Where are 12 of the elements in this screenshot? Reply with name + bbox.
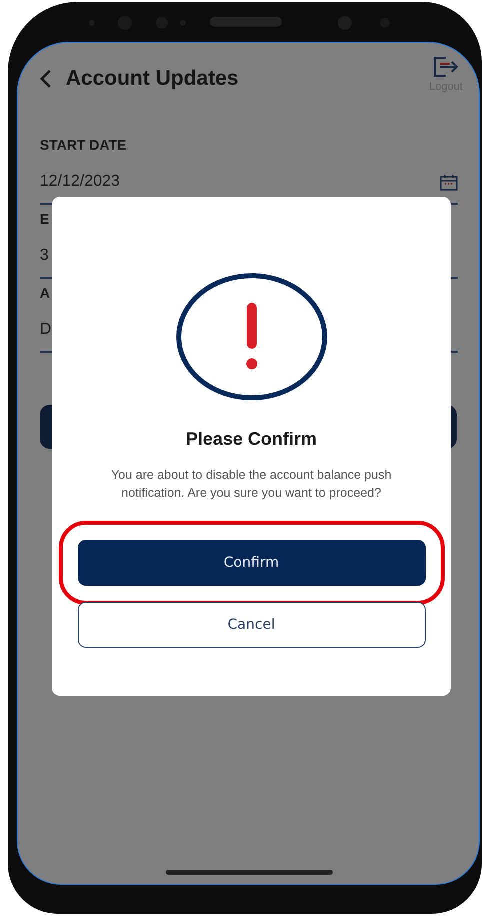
back-icon[interactable] [40,69,52,89]
warning-icon [176,273,328,401]
calendar-icon[interactable] [440,174,458,190]
field-label: E [40,211,50,227]
field-label: START DATE [40,137,128,153]
field-label: A [40,285,52,301]
confirm-button[interactable]: Confirm [78,540,426,586]
logout-icon [432,55,460,79]
dialog-message: You are about to disable the account balance push notification. Are you sure you want to proceed? [110,467,393,502]
dialog-title: Please Confirm [186,429,318,450]
cancel-button[interactable]: Cancel [78,602,426,648]
screen-title: Account Updates [66,67,239,91]
